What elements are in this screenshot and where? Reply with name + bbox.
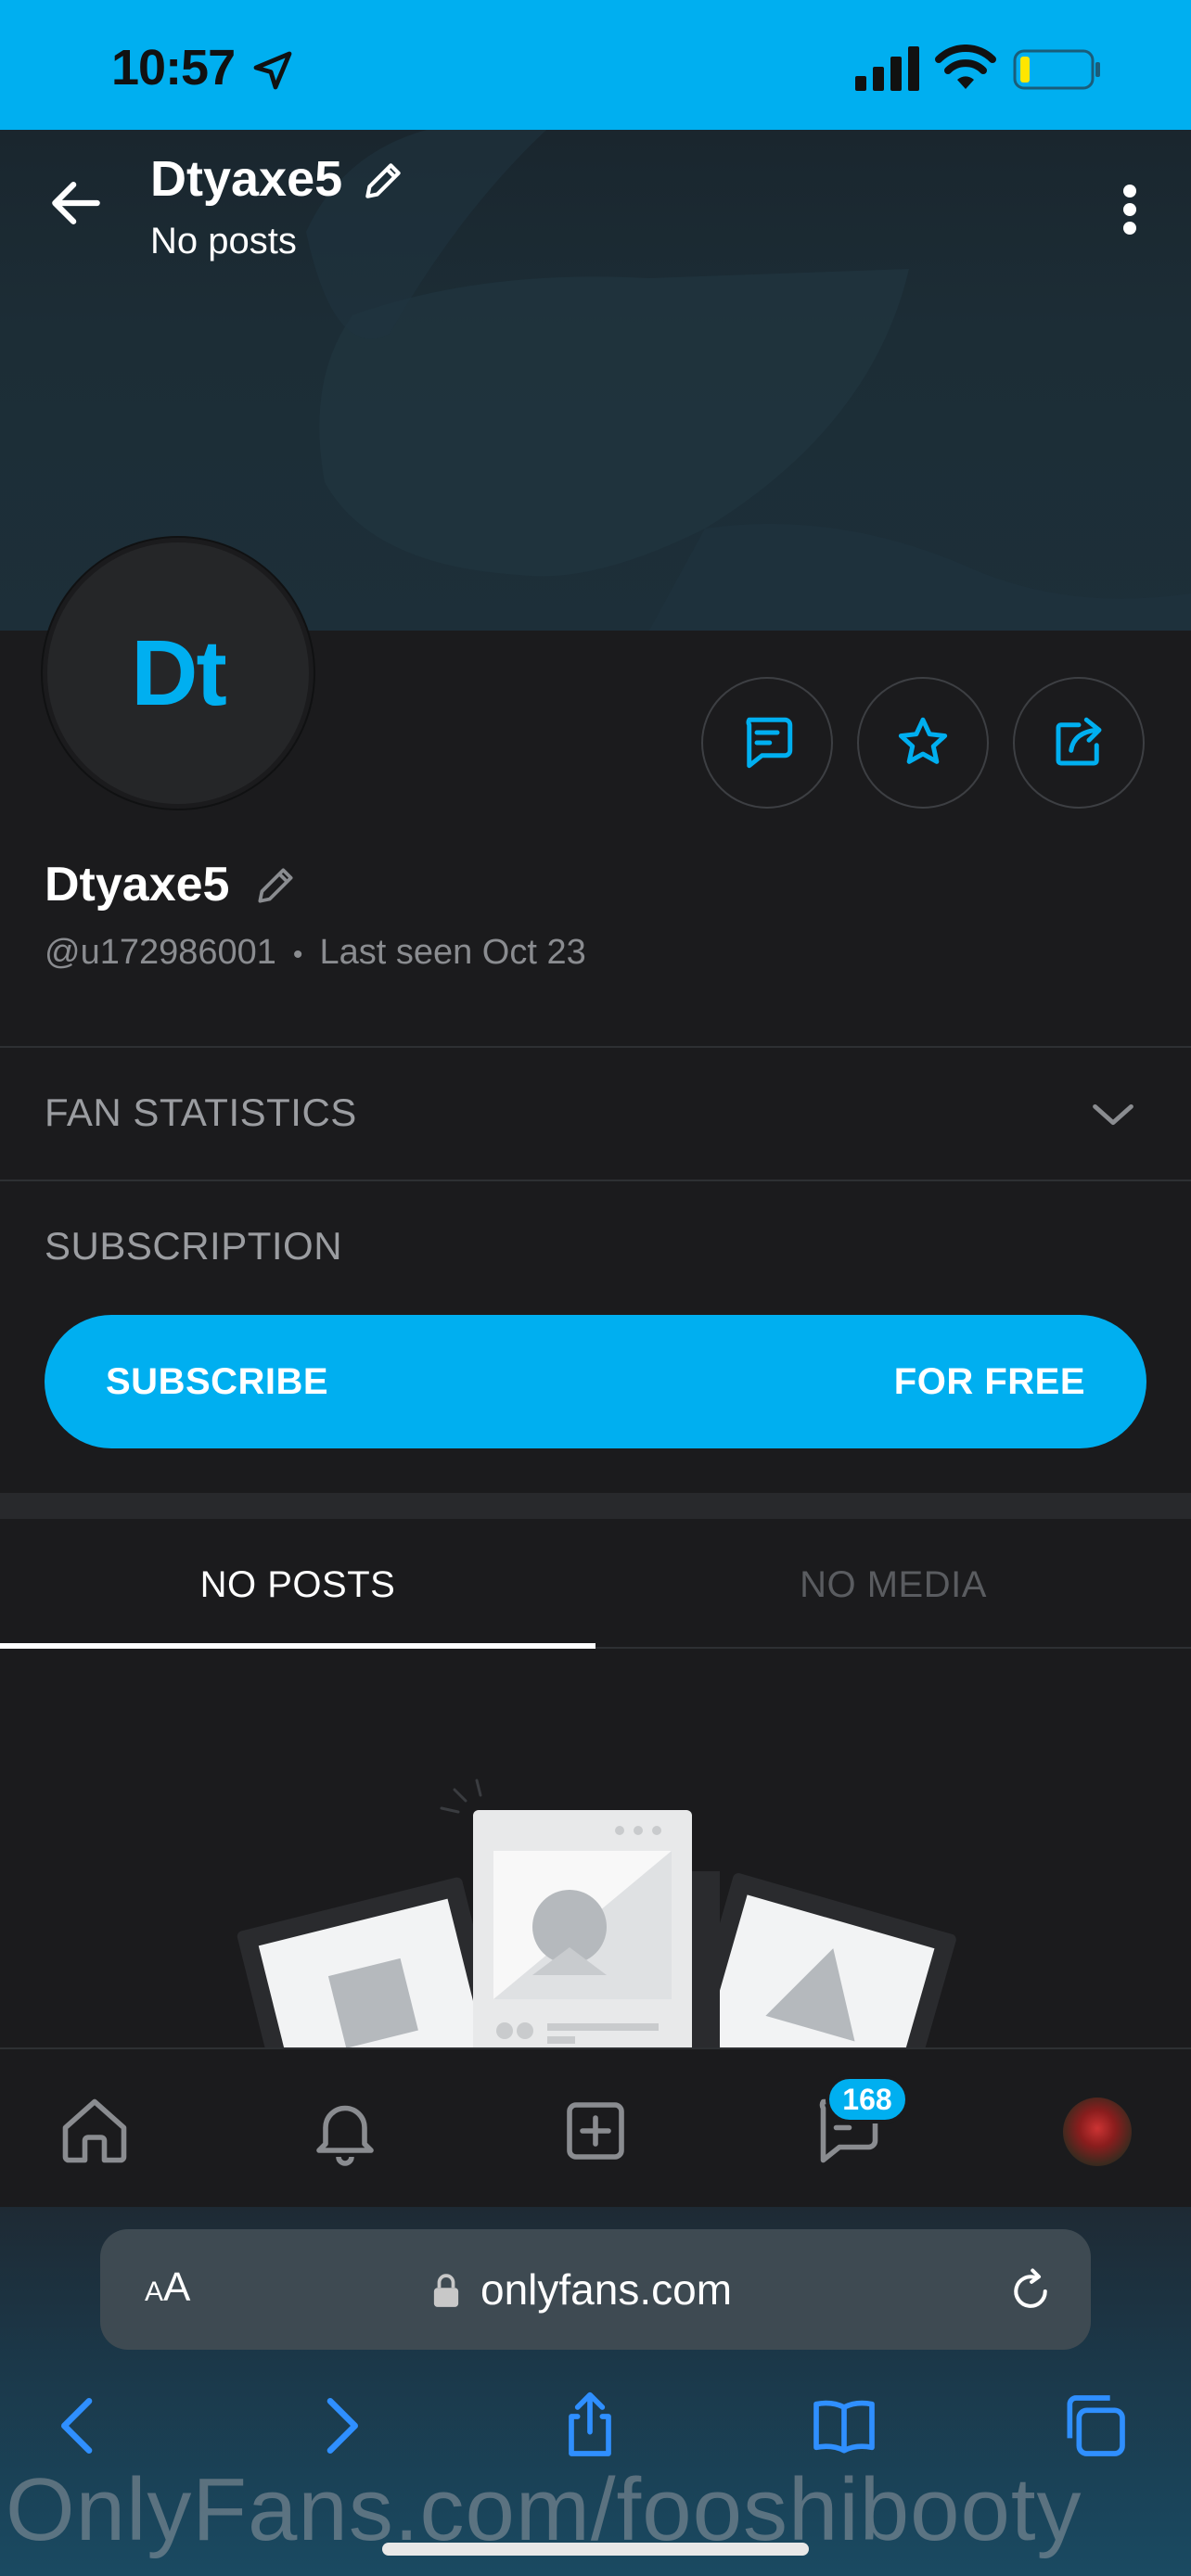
share-button[interactable] xyxy=(1013,677,1145,809)
lock-icon xyxy=(433,2274,459,2307)
separator-dot: • xyxy=(292,939,303,970)
bottom-navigation: 168 xyxy=(0,2047,1191,2207)
message-button[interactable] xyxy=(701,677,833,809)
tab-posts[interactable]: NO POSTS xyxy=(0,1519,596,1651)
share-icon xyxy=(1056,717,1102,766)
battery-icon xyxy=(1013,49,1100,90)
browser-toolbar: AA onlyfans.com OnlyFans.com/fooshibooty xyxy=(0,2207,1191,2576)
more-options-icon[interactable] xyxy=(1109,182,1150,237)
bookmarks-icon[interactable] xyxy=(807,2389,881,2463)
favorite-button[interactable] xyxy=(857,677,989,809)
subscribe-label: SUBSCRIBE xyxy=(106,1360,329,1402)
browser-back-icon[interactable] xyxy=(43,2389,117,2463)
home-indicator xyxy=(382,2543,809,2556)
divider xyxy=(0,1046,1191,1048)
status-time: 10:57 xyxy=(111,40,236,96)
active-tab-indicator xyxy=(0,1643,596,1649)
messages-badge: 168 xyxy=(826,2075,909,2123)
reload-icon[interactable] xyxy=(1005,2266,1056,2316)
back-arrow-icon[interactable] xyxy=(45,172,108,235)
share-sheet-icon[interactable] xyxy=(553,2389,627,2463)
profile-name: Dtyaxe5 xyxy=(45,858,230,912)
tab-media[interactable]: NO MEDIA xyxy=(596,1519,1191,1651)
browser-forward-icon[interactable] xyxy=(302,2389,377,2463)
edit-name-icon[interactable] xyxy=(252,862,299,909)
subscribe-price: FOR FREE xyxy=(893,1360,1085,1402)
star-icon xyxy=(898,717,948,764)
empty-posts-illustration xyxy=(237,1779,956,2049)
divider xyxy=(0,1180,1191,1181)
last-seen: Last seen Oct 23 xyxy=(319,933,586,972)
profile-handle: @u172986001 xyxy=(45,933,276,972)
profile-meta: @u172986001 • Last seen Oct 23 xyxy=(45,933,586,973)
user-avatar[interactable] xyxy=(1063,2098,1132,2166)
wifi-icon xyxy=(935,45,996,89)
chevron-down-icon[interactable] xyxy=(1089,1094,1137,1135)
fan-statistics-header[interactable]: FAN STATISTICS xyxy=(45,1090,357,1135)
subscription-header: SUBSCRIPTION xyxy=(45,1224,343,1268)
profile-avatar[interactable]: Dt xyxy=(43,538,314,809)
url-text: onlyfans.com xyxy=(480,2265,733,2314)
add-post-icon[interactable] xyxy=(557,2092,634,2170)
content-tabs: NO POSTS NO MEDIA xyxy=(0,1519,1191,1651)
edit-pencil-icon[interactable] xyxy=(360,158,406,204)
message-icon xyxy=(746,717,793,769)
status-bar: 10:57 xyxy=(0,0,1191,130)
cellular-signal-icon xyxy=(855,46,919,91)
subscribe-button[interactable]: SUBSCRIBE FOR FREE xyxy=(45,1315,1146,1448)
bell-icon[interactable] xyxy=(306,2092,384,2170)
header-title: Dtyaxe5 xyxy=(150,151,343,207)
avatar-initials: Dt xyxy=(131,620,227,725)
tabs-icon[interactable] xyxy=(1057,2389,1132,2463)
location-arrow-icon xyxy=(253,51,292,90)
header-subtitle: No posts xyxy=(150,221,297,261)
address-bar[interactable]: AA onlyfans.com xyxy=(100,2229,1091,2350)
section-gap xyxy=(0,1493,1191,1519)
home-icon[interactable] xyxy=(56,2092,134,2170)
text-size-button[interactable]: AA xyxy=(145,2264,190,2311)
